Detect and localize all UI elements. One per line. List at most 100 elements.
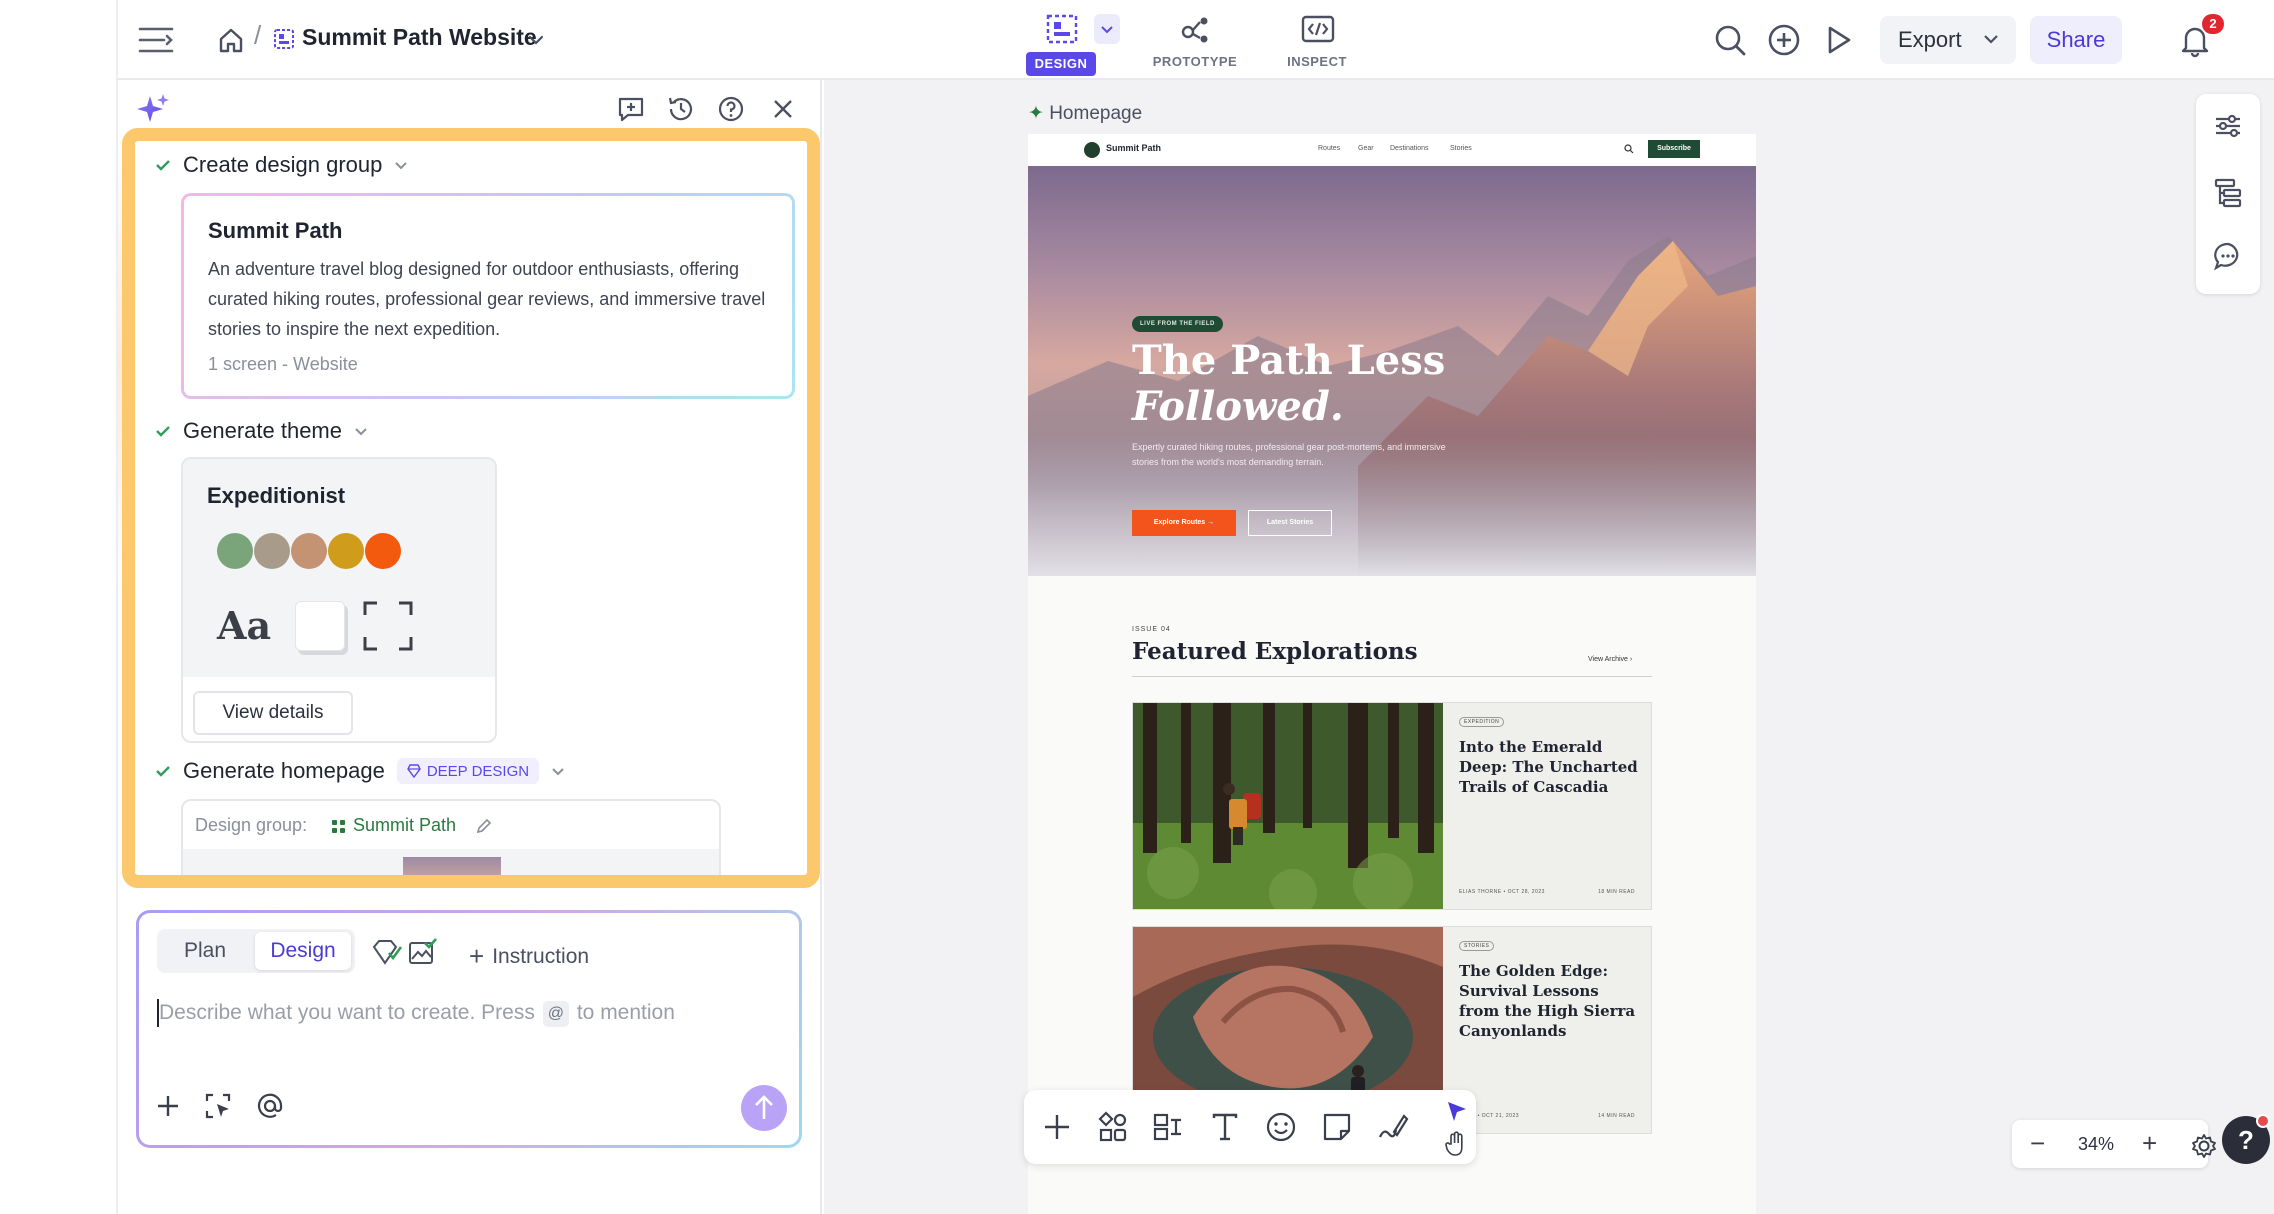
prompt-input[interactable]: Describe what you want to create. Press @… — [159, 1001, 675, 1027]
right-tool-rail — [2196, 94, 2260, 294]
comment-icon[interactable] — [2212, 240, 2244, 272]
layers-tree-icon[interactable] — [2212, 176, 2244, 208]
send-button[interactable] — [741, 1085, 787, 1131]
notification-badge: 2 — [2202, 14, 2224, 34]
deep-design-badge: DEEP DESIGN — [396, 758, 540, 784]
mode-switch: Plan Design — [157, 929, 355, 973]
theme-card: Expeditionist Aa View details — [181, 457, 497, 743]
hand-icon[interactable] — [1442, 1130, 1470, 1158]
emoji-icon[interactable] — [1264, 1110, 1298, 1144]
homepage-thumbnail[interactable] — [403, 857, 501, 875]
article-read-time: 18 MIN READ — [1598, 889, 1635, 895]
homepage-card[interactable]: Design group: Summit Path — [181, 799, 721, 875]
hero-heading-line2: Followed. — [1132, 383, 1344, 430]
step-label: Generate theme — [183, 418, 342, 443]
article-card: EXPEDITION Into the Emerald Deep: The Un… — [1132, 702, 1652, 910]
theme-preview: Expeditionist Aa — [183, 459, 495, 677]
help-icon[interactable] — [716, 94, 746, 124]
prompt-box: Plan Design + Instruction Describe what y… — [136, 910, 802, 1148]
color-swatch — [365, 533, 401, 569]
project-icon — [274, 29, 294, 49]
app-root: / Summit Path Website DESIGN PROTOTYPE I… — [0, 0, 2274, 1214]
mention-icon[interactable] — [255, 1091, 285, 1121]
design-tab[interactable]: Design — [255, 932, 351, 970]
sliders-icon[interactable] — [2212, 110, 2244, 142]
homepage-frame[interactable]: Summit Path Routes Gear Destinations Sto… — [1028, 134, 1756, 1214]
color-swatch — [291, 533, 327, 569]
menu-icon[interactable] — [136, 22, 176, 58]
view-archive-link: View Archive › — [1588, 656, 1633, 663]
zoom-out-button[interactable]: − — [2030, 1130, 2045, 1156]
history-icon[interactable] — [666, 94, 696, 124]
gear-icon[interactable] — [2190, 1132, 2218, 1160]
tab-prototype-label: PROTOTYPE — [1152, 54, 1238, 69]
export-button[interactable]: Export — [1880, 16, 2016, 64]
placeholder-text: Describe what you want to create. Press — [159, 1001, 535, 1024]
site-nav-link: Routes — [1318, 145, 1341, 152]
top-bar: / Summit Path Website DESIGN PROTOTYPE I… — [116, 0, 2274, 80]
site-subscribe-button: Subscribe — [1648, 140, 1700, 158]
new-chat-icon[interactable] — [616, 94, 646, 124]
design-group-description: An adventure travel blog designed for ou… — [208, 259, 766, 339]
tab-design[interactable]: DESIGN — [1016, 6, 1106, 76]
share-button[interactable]: Share — [2030, 16, 2122, 64]
view-details-button[interactable]: View details — [193, 691, 353, 735]
design-group-link[interactable]: Summit Path — [353, 815, 456, 836]
step-create-design-group[interactable]: Create design group — [153, 149, 410, 181]
select-element-icon[interactable] — [203, 1091, 233, 1121]
site-hero: LIVE FROM THE FIELD The Path Less Followe… — [1028, 166, 1756, 576]
article-meta: ELIAS THORNE • OCT 28, 2023 — [1459, 889, 1545, 895]
arrow-up-icon — [755, 1095, 773, 1119]
plus-icon[interactable] — [153, 1091, 183, 1121]
color-swatch — [328, 533, 364, 569]
draw-icon[interactable] — [1376, 1110, 1410, 1144]
tab-inspect[interactable]: INSPECT — [1272, 6, 1362, 74]
chevron-down-icon — [1101, 26, 1113, 34]
site-logo — [1084, 142, 1100, 158]
insert-icon[interactable] — [1040, 1110, 1074, 1144]
article-tag: STORIES — [1459, 941, 1495, 951]
search-icon — [1624, 144, 1634, 154]
home-icon[interactable] — [216, 25, 246, 55]
hero-heading: The Path Less Followed. — [1132, 338, 1472, 430]
pencil-icon[interactable] — [475, 817, 493, 835]
design-group-card[interactable]: Summit Path An adventure travel blog des… — [181, 193, 795, 399]
canvas-toolbar — [1024, 1090, 1476, 1164]
plan-tab[interactable]: Plan — [157, 929, 253, 973]
generation-steps: Create design group Summit Path An adven… — [122, 128, 820, 888]
code-icon — [1301, 15, 1335, 43]
theme-title: Expeditionist — [207, 483, 346, 508]
tab-prototype[interactable]: PROTOTYPE — [1150, 6, 1240, 74]
issue-label: ISSUE 04 — [1132, 626, 1171, 633]
search-icon[interactable] — [1712, 22, 1748, 58]
surface-sample — [295, 601, 345, 651]
components-icon[interactable] — [1096, 1110, 1130, 1144]
design-canvas[interactable]: ✦ Homepage Summit Path Routes Gear Desti… — [824, 80, 2274, 1214]
play-icon[interactable] — [1820, 22, 1856, 58]
close-icon[interactable] — [768, 94, 798, 124]
check-icon — [156, 426, 170, 437]
frame-label-text: Homepage — [1049, 103, 1143, 124]
image-check-icon[interactable] — [407, 937, 437, 967]
chevron-down-icon[interactable] — [526, 30, 546, 50]
layout-icon[interactable] — [1152, 1110, 1186, 1144]
zoom-level[interactable]: 34% — [2078, 1134, 2114, 1155]
text-tool-icon[interactable] — [1208, 1110, 1242, 1144]
mention-key-chip: @ — [542, 1001, 569, 1027]
frame-label[interactable]: ✦ Homepage — [1028, 102, 1142, 125]
ai-chat-panel: Create design group Summit Path An adven… — [116, 80, 822, 1214]
tab-design-label: DESIGN — [1026, 52, 1096, 76]
sticky-note-icon[interactable] — [1320, 1110, 1354, 1144]
zoom-in-button[interactable]: + — [2142, 1130, 2157, 1156]
check-icon — [156, 766, 170, 777]
color-swatch — [254, 533, 290, 569]
mode-dropdown[interactable] — [1094, 14, 1120, 44]
site-nav-link: Destinations — [1390, 145, 1429, 152]
step-generate-homepage[interactable]: Generate homepage DEEP DESIGN — [153, 755, 567, 787]
instruction-button[interactable]: + Instruction — [469, 939, 589, 971]
pointer-icon[interactable] — [1442, 1098, 1470, 1126]
add-circle-icon[interactable] — [1766, 22, 1802, 58]
step-generate-theme[interactable]: Generate theme — [153, 415, 370, 447]
deep-design-toggle-icon[interactable] — [373, 937, 403, 967]
project-title[interactable]: Summit Path Website — [302, 24, 537, 51]
